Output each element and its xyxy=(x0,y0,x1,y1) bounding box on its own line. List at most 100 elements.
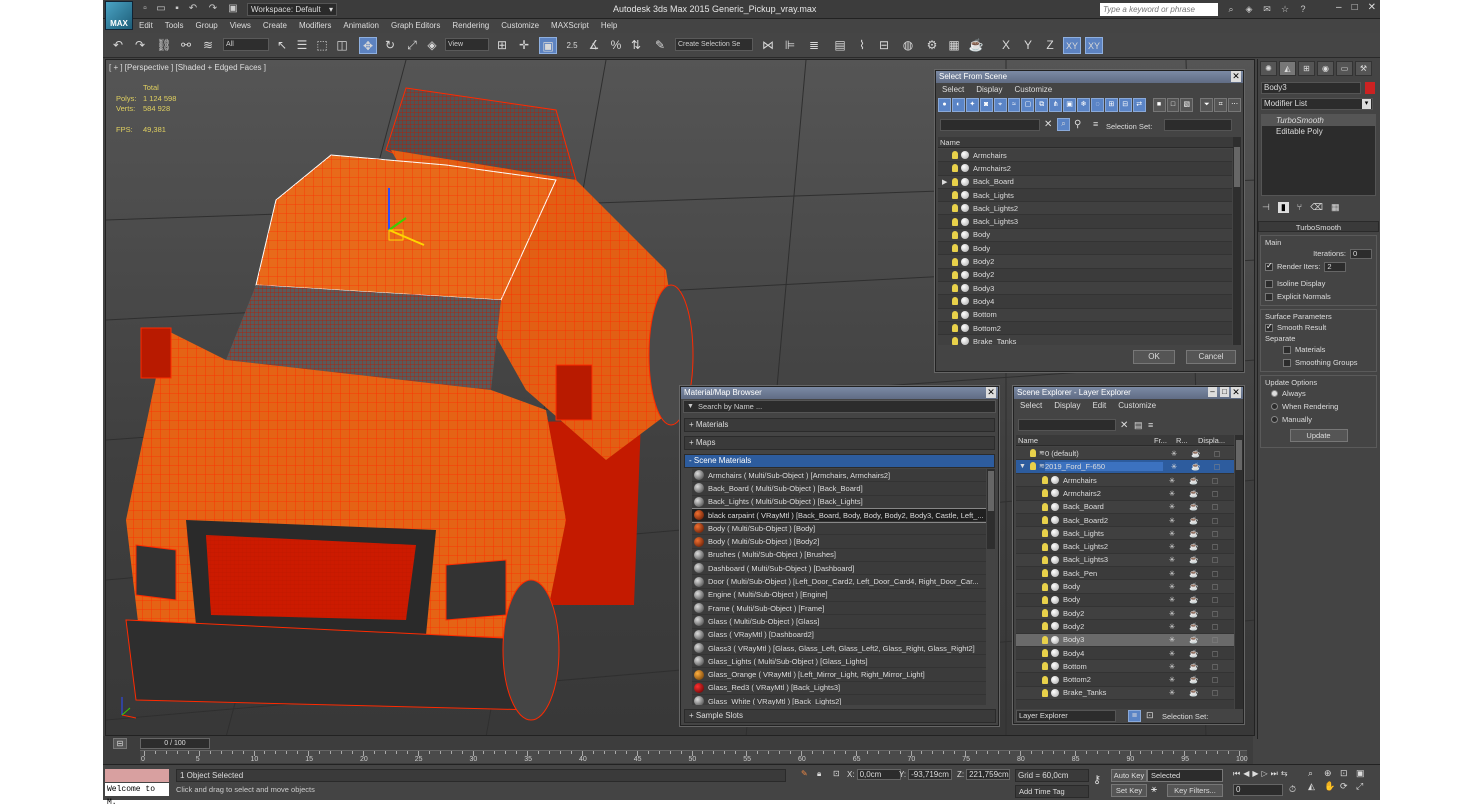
list-item[interactable]: Door ( Multi/Sub-Object ) [Left_Door_Car… xyxy=(692,575,986,589)
freeze-toggle-icon[interactable]: ✳ xyxy=(1161,635,1183,644)
freeze-toggle-icon[interactable]: ✳ xyxy=(1161,595,1183,604)
material-scrollbar[interactable] xyxy=(987,469,995,549)
key-filters-button[interactable]: Key Filters... xyxy=(1167,784,1223,797)
field-of-view-icon[interactable]: ◭ xyxy=(1308,781,1322,792)
list-item[interactable]: Brushes ( Multi/Sub-Object ) [Brushes] xyxy=(692,549,986,563)
freeze-toggle-icon[interactable]: ✳ xyxy=(1163,462,1185,471)
render-toggle-icon[interactable]: ☕ xyxy=(1183,688,1205,697)
invert-display-icon[interactable]: ⇄ xyxy=(1132,98,1146,112)
sfs-selection-set-dropdown[interactable] xyxy=(1164,119,1232,131)
sfs-menu-display[interactable]: Display xyxy=(970,83,1008,96)
layer-object-row[interactable]: Back_Board2 ✳ ☕ ▢ xyxy=(1016,514,1234,528)
layer-manager-icon[interactable]: ≣ xyxy=(805,37,823,54)
render-toggle-icon[interactable]: ☕ xyxy=(1183,675,1205,684)
smooth-result-checkbox[interactable] xyxy=(1265,322,1273,332)
list-item[interactable]: Armchairs2 xyxy=(938,162,1232,176)
go-to-end-icon[interactable]: ⏭ xyxy=(1271,769,1278,779)
layer-object-row[interactable]: Back_Lights3 ✳ ☕ ▢ xyxy=(1016,553,1234,568)
freeze-toggle-icon[interactable]: ✳ xyxy=(1163,449,1185,458)
object-name-field[interactable]: Body3 xyxy=(1261,82,1361,94)
maxscript-output[interactable]: Welcome to M. xyxy=(105,783,169,807)
maps-rollout[interactable]: + Maps xyxy=(684,436,995,450)
x-coordinate-field[interactable]: 0,0cm xyxy=(856,769,901,780)
se-column-display[interactable]: Displa... xyxy=(1198,435,1232,445)
search-icon[interactable]: ⌕ xyxy=(1225,3,1237,15)
selection-filter-dropdown[interactable]: All xyxy=(223,38,269,51)
display-helpers-icon[interactable]: ⌖ xyxy=(993,98,1007,112)
communication-icon[interactable]: ✉ xyxy=(1261,3,1273,15)
display-shapes-icon[interactable]: ◐ xyxy=(951,98,965,112)
material-search-input[interactable]: ▼ Search by Name ... xyxy=(683,400,996,413)
display-groups-icon[interactable]: ▢ xyxy=(1021,98,1035,112)
list-item[interactable]: Back_Lights ( Multi/Sub-Object ) [Back_L… xyxy=(692,496,986,509)
materials-checkbox[interactable] xyxy=(1283,345,1291,354)
dependents-icon[interactable]: ⋯ xyxy=(1228,98,1242,112)
freeze-toggle-icon[interactable]: ✳ xyxy=(1161,476,1183,485)
display-cameras-icon[interactable]: ◙ xyxy=(979,98,993,112)
render-toggle-icon[interactable]: ☕ xyxy=(1183,489,1205,498)
freeze-toggle-icon[interactable]: ✳ xyxy=(1161,582,1183,591)
se-find-input[interactable] xyxy=(1018,419,1116,431)
list-item[interactable]: Body ( Multi/Sub-Object ) [Body] xyxy=(692,522,986,536)
display-toggle-icon[interactable]: ▢ xyxy=(1205,675,1225,684)
render-toggle-icon[interactable]: ☕ xyxy=(1183,516,1205,525)
display-toggle-icon[interactable]: ▢ xyxy=(1205,569,1225,578)
stack-editable-poly[interactable]: Editable Poly xyxy=(1262,126,1375,137)
snap-toggle-icon[interactable]: 2.5 xyxy=(563,37,581,54)
menu-group[interactable]: Group xyxy=(189,19,223,33)
stack-turbosmooth[interactable]: TurboSmooth xyxy=(1262,115,1375,126)
list-item[interactable]: Back_Lights xyxy=(938,189,1232,203)
open-file-icon[interactable]: ▭ xyxy=(155,3,167,15)
maximize-icon[interactable]: □ xyxy=(1220,387,1229,397)
layer-object-row[interactable]: Back_Pen ✳ ☕ ▢ xyxy=(1016,567,1234,581)
remove-modifier-icon[interactable]: ⌫ xyxy=(1310,202,1323,213)
freeze-toggle-icon[interactable]: ✳ xyxy=(1161,675,1183,684)
menu-graph-editors[interactable]: Graph Editors xyxy=(385,19,446,33)
freeze-toggle-icon[interactable]: ✳ xyxy=(1161,489,1183,498)
show-end-result-icon[interactable]: ▮ xyxy=(1277,202,1289,213)
keyboard-shortcut-override-icon[interactable]: ▣ xyxy=(539,37,557,54)
configure-sets-icon[interactable]: ▦ xyxy=(1331,202,1340,213)
clear-search-icon[interactable]: ✕ xyxy=(1120,420,1128,431)
redo-icon[interactable]: ↷ xyxy=(131,37,149,54)
list-item[interactable]: Armchairs xyxy=(938,149,1232,163)
menu-rendering[interactable]: Rendering xyxy=(446,19,495,33)
maximize-button[interactable]: □ xyxy=(1352,2,1358,13)
display-hidden-icon[interactable]: ◌ xyxy=(1090,98,1104,112)
layer-manager-icon[interactable]: ≣ xyxy=(1128,710,1141,722)
select-move-icon[interactable]: ✥ xyxy=(359,37,377,54)
select-scale-icon[interactable]: ⤢ xyxy=(403,37,421,54)
manually-radio[interactable] xyxy=(1271,416,1278,423)
lock-selection-icon[interactable]: 🔒︎ xyxy=(817,769,821,779)
se-menu-display[interactable]: Display xyxy=(1048,399,1086,412)
minimize-icon[interactable]: – xyxy=(1208,387,1217,397)
display-lights-icon[interactable]: ✦ xyxy=(965,98,979,112)
clear-search-icon[interactable]: ✕ xyxy=(1044,119,1052,130)
render-production-icon[interactable]: ☕ xyxy=(967,37,985,54)
save-icon[interactable]: ▪ xyxy=(171,3,183,15)
menu-customize[interactable]: Customize xyxy=(495,19,545,33)
modifier-list-dropdown[interactable]: Modifier List ▾ xyxy=(1261,98,1373,110)
curve-editor-icon[interactable]: ⌇ xyxy=(853,37,871,54)
list-item[interactable]: Brake_Tanks xyxy=(938,335,1232,345)
list-item[interactable]: Glass ( VRayMtl ) [Dashboard2] xyxy=(692,629,986,642)
layer-row[interactable]: ▼ ≋ 2019_Ford_F-650 ✳ ☕ ▢ xyxy=(1016,460,1234,474)
se-menu-edit[interactable]: Edit xyxy=(1086,399,1112,412)
selection-set-icon[interactable]: ⊡ xyxy=(1146,710,1154,721)
align-icon[interactable]: ⊫ xyxy=(781,37,799,54)
display-toggle-icon[interactable]: ▢ xyxy=(1205,662,1225,671)
close-icon[interactable]: ✕ xyxy=(1231,71,1241,82)
close-icon[interactable]: ✕ xyxy=(986,387,996,398)
unlink-icon[interactable]: ⚯ xyxy=(177,37,195,54)
set-key-button[interactable]: Set Key xyxy=(1111,784,1147,797)
filter-icon[interactable]: ⏷ xyxy=(1200,98,1214,112)
layer-object-row[interactable]: Body ✳ ☕ ▢ xyxy=(1016,580,1234,594)
list-item[interactable]: Body2 xyxy=(938,269,1232,282)
list-item[interactable]: Bottom xyxy=(938,308,1232,322)
list-item[interactable]: ▶ Back_Board xyxy=(938,175,1232,189)
material-editor-icon[interactable]: ◍ xyxy=(899,37,917,54)
select-rotate-icon[interactable]: ↻ xyxy=(381,37,399,54)
render-toggle-icon[interactable]: ☕ xyxy=(1183,622,1205,631)
layer-object-row[interactable]: Body2 ✳ ☕ ▢ xyxy=(1016,606,1234,621)
graphite-toolset-icon[interactable]: ▤ xyxy=(831,37,849,54)
